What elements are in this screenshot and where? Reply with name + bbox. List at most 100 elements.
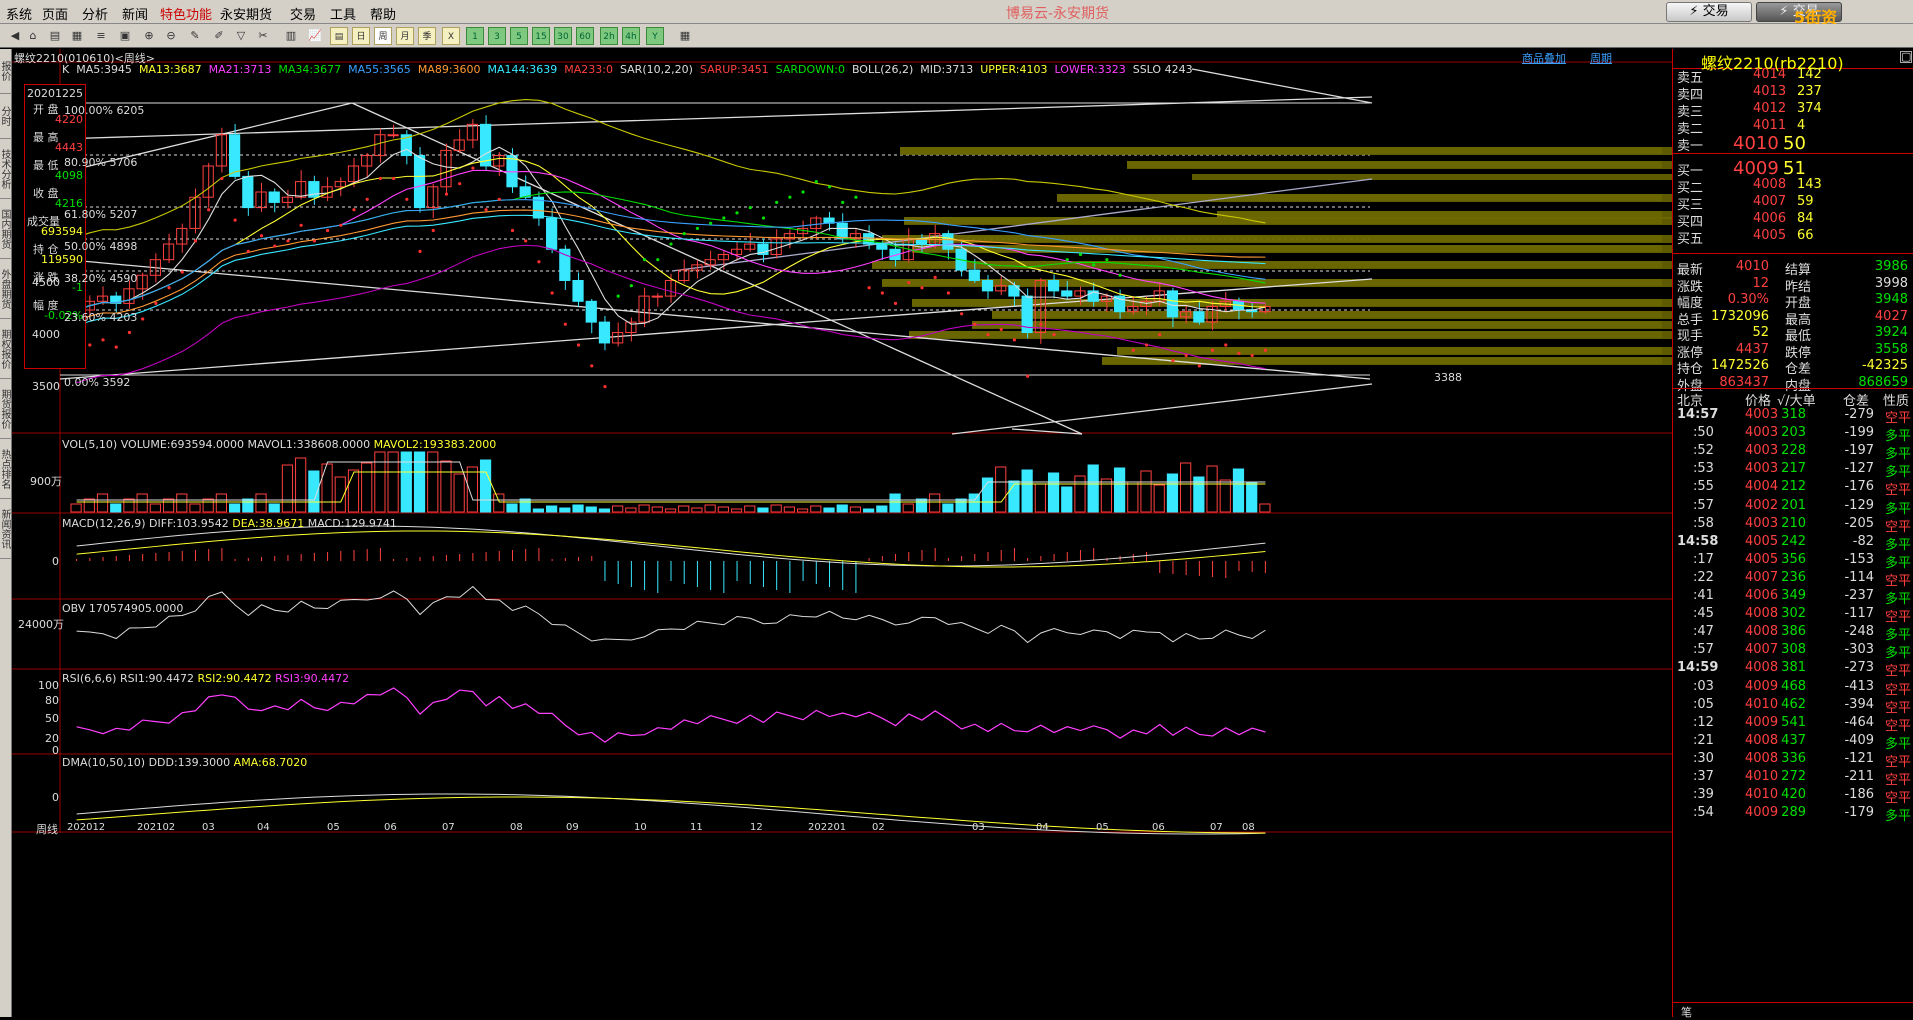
period-y-icon[interactable]: Y xyxy=(646,27,664,45)
stat-value: 0.30% xyxy=(1727,292,1769,307)
quote-footer: 笔 xyxy=(1673,1002,1913,1019)
ask-price[interactable]: 4012 xyxy=(1753,101,1786,116)
trade-button[interactable]: ⚡ 交易 xyxy=(1666,2,1752,22)
quote-panel: 螺纹2210(rb2210) ▢ 卖五 4014 142 卖四 4013 237 卖… xyxy=(1672,49,1913,1019)
quote-icon[interactable]: ▦ xyxy=(68,27,86,45)
info-date: 20201225 xyxy=(27,87,83,100)
menu-yongan[interactable]: 永安期货 xyxy=(220,4,272,23)
zoom-out-icon[interactable]: ⊖ xyxy=(162,27,180,45)
tick-oi-change: -279 xyxy=(1844,407,1874,422)
volume-bar xyxy=(678,505,690,513)
period-month-icon[interactable]: 月 xyxy=(396,27,414,45)
sar-dot xyxy=(986,333,990,337)
menu-analysis[interactable]: 分析 xyxy=(82,4,108,23)
sar-dot xyxy=(1237,351,1241,355)
period-2h-icon[interactable]: 2h xyxy=(600,27,618,45)
fib-382: 38.20% 4590 xyxy=(64,272,138,285)
tick-volume: 356 xyxy=(1781,551,1806,567)
volume-bar xyxy=(374,451,386,513)
menu-system[interactable]: 系统 xyxy=(6,4,32,23)
back-icon[interactable]: ◀ xyxy=(6,27,24,45)
bid-price[interactable]: 4008 xyxy=(1753,177,1786,192)
period-season-icon[interactable]: 季 xyxy=(418,27,436,45)
candle-body xyxy=(559,248,571,281)
volume-bar xyxy=(915,498,928,513)
bid-price[interactable]: 4006 xyxy=(1753,211,1786,226)
menu-tools[interactable]: 工具 xyxy=(330,4,356,23)
side-tab-options[interactable]: 期权报价 xyxy=(0,319,12,379)
tick-oi-change: -464 xyxy=(1844,714,1874,730)
volume-bar xyxy=(1021,469,1033,513)
side-tab-tech[interactable]: 技术分析 xyxy=(0,139,12,199)
sar-dot xyxy=(207,208,211,212)
bid-price[interactable]: 4005 xyxy=(1753,228,1786,243)
side-tab-futures[interactable]: 期货报价 xyxy=(0,379,12,439)
period-icon[interactable]: ▤ xyxy=(330,27,348,45)
tick-oi-change: -303 xyxy=(1844,642,1874,658)
period-15min-icon[interactable]: 15 xyxy=(532,27,550,45)
kline-chart[interactable]: 螺纹2210(010610)<周线> 商品叠加 周期 K MA5:3945 MA… xyxy=(12,49,1672,1017)
ask-volume: 4 xyxy=(1797,118,1806,133)
volume-bar xyxy=(664,508,677,513)
side-tab-timeline[interactable]: 分时 xyxy=(0,94,12,139)
ask-price[interactable]: 4011 xyxy=(1753,118,1786,133)
tick-time: 14:58 xyxy=(1677,533,1719,549)
side-tab-news[interactable]: 新闻资讯 xyxy=(0,499,12,559)
zoom-in-icon[interactable]: ⊕ xyxy=(140,27,158,45)
chart-icon[interactable]: 📈 xyxy=(306,27,324,45)
period-week-icon[interactable]: 周 xyxy=(374,27,392,45)
side-tab-hot[interactable]: 热点排名 xyxy=(0,439,12,499)
menu-help[interactable]: 帮助 xyxy=(370,4,396,23)
period-4h-icon[interactable]: 4h xyxy=(622,27,640,45)
period-year-icon[interactable]: X xyxy=(442,27,460,45)
volume-bar xyxy=(704,504,716,513)
f10-icon[interactable]: ≡ xyxy=(92,27,110,45)
side-tab-domestic[interactable]: 国内期货 xyxy=(0,199,12,259)
sar-dot xyxy=(1197,364,1201,368)
overlay-link[interactable]: 商品叠加 xyxy=(1522,50,1566,66)
sar-dot xyxy=(259,234,264,238)
ma89: MA89:3600 xyxy=(417,63,481,76)
tick-row: :50 4003 203 -199 多平 xyxy=(1673,423,1913,444)
home-icon[interactable]: ⌂ xyxy=(24,27,42,45)
side-tab-foreign[interactable]: 外盘期货 xyxy=(0,259,12,319)
period-30min-icon[interactable]: 30 xyxy=(554,27,572,45)
ask-price[interactable]: 4014 xyxy=(1753,67,1786,82)
table-icon[interactable]: ▥ xyxy=(282,27,300,45)
tick-time: :03 xyxy=(1693,678,1714,694)
period-link[interactable]: 周期 xyxy=(1590,50,1612,66)
sar-dot xyxy=(959,312,964,316)
tick-time: :54 xyxy=(1693,805,1714,821)
menu-page[interactable]: 页面 xyxy=(42,4,68,23)
restore-icon[interactable]: ▢ xyxy=(1900,51,1912,63)
menu-trade[interactable]: 交易 xyxy=(290,4,316,23)
rsi-line xyxy=(76,687,1266,743)
sar-dot xyxy=(854,195,858,199)
period-60min-icon[interactable]: 60 xyxy=(576,27,594,45)
sar-dot xyxy=(405,197,409,201)
menu-news[interactable]: 新闻 xyxy=(122,4,148,23)
toolbar: ◀ ⌂ ▤ ▦ ≡ ▣ ⊕ ⊖ ✎ ✐ ▽ ✂ ▥ 📈 ▤ 日 周 月 季 X … xyxy=(0,24,1913,48)
period-3min-icon[interactable]: 3 xyxy=(488,27,506,45)
draw-icon[interactable]: ✐ xyxy=(210,27,228,45)
ask-price[interactable]: 4013 xyxy=(1753,84,1786,99)
filter-icon[interactable]: ▽ xyxy=(232,27,250,45)
tick-row: 14:57 4003 318 -279 空平 xyxy=(1673,405,1913,426)
menu-special[interactable]: 特色功能 xyxy=(160,4,212,23)
tick-row: :55 4004 212 -176 空平 xyxy=(1673,477,1913,498)
period-1min-icon[interactable]: 1 xyxy=(466,27,484,45)
page-icon[interactable]: ▤ xyxy=(46,27,64,45)
period-5min-icon[interactable]: 5 xyxy=(510,27,528,45)
side-tab-quote[interactable]: 报价 xyxy=(0,49,12,94)
ask-price[interactable]: 4010 xyxy=(1733,133,1779,154)
calc-icon[interactable]: ▦ xyxy=(676,27,694,45)
period-day-icon[interactable]: 日 xyxy=(352,27,370,45)
sar-dot xyxy=(1210,348,1215,352)
sar-dot xyxy=(497,197,501,201)
pen-icon[interactable]: ✎ xyxy=(186,27,204,45)
tool-icon[interactable]: ✂ xyxy=(254,27,272,45)
tick-row: :12 4009 541 -464 空平 xyxy=(1673,713,1913,734)
select-icon[interactable]: ▣ xyxy=(116,27,134,45)
bid-price[interactable]: 4007 xyxy=(1753,194,1786,209)
tick-nature: 多平 xyxy=(1885,809,1912,825)
